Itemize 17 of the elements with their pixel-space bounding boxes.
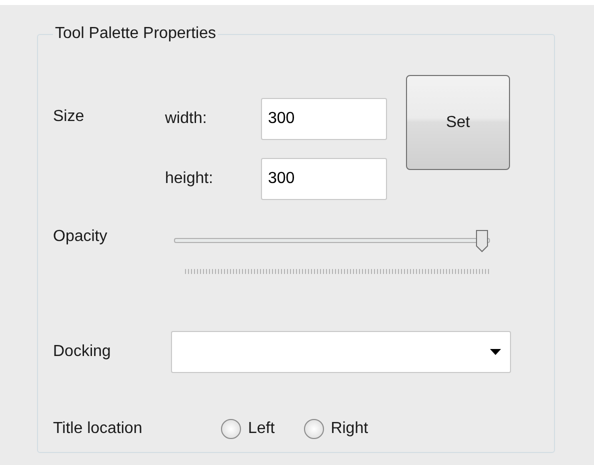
input-field[interactable]: 300	[261, 158, 387, 200]
docking-dropdown[interactable]	[171, 331, 511, 373]
title-location-label: Title location	[53, 420, 144, 438]
size-label: Size	[53, 108, 86, 127]
set-button[interactable]: Set	[406, 75, 510, 170]
input-field[interactable]: 300	[261, 98, 387, 140]
opacity-label: Opacity	[53, 228, 108, 247]
field-label: height:	[165, 170, 214, 188]
radio-label[interactable]: Left	[248, 420, 275, 438]
docking-label: Docking	[53, 343, 112, 361]
field-label: width:	[165, 110, 208, 128]
radio-button[interactable]	[221, 419, 241, 439]
radio-label[interactable]: Right	[330, 420, 368, 438]
radio-button[interactable]	[304, 419, 324, 439]
group-title: Tool Palette Properties	[54, 25, 217, 43]
caret-icon	[490, 349, 501, 355]
slider-thumb[interactable]	[475, 229, 489, 253]
